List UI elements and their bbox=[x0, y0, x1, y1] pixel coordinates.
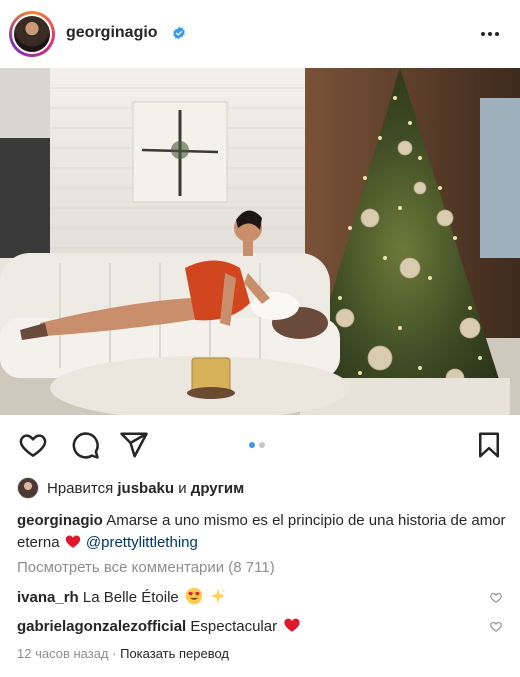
likes-text: Нравится jusbaku и другим bbox=[47, 480, 244, 497]
caption-username[interactable]: georginagio bbox=[17, 512, 103, 529]
bookmark-icon[interactable] bbox=[474, 430, 504, 460]
comment-row: ivana_rh La Belle Étoile bbox=[17, 587, 507, 609]
comment-bubble-icon[interactable] bbox=[70, 430, 100, 460]
comment-like-heart-icon[interactable] bbox=[489, 620, 503, 633]
carousel-dot-active bbox=[249, 442, 255, 448]
comment-text: Espectacular bbox=[190, 618, 278, 635]
view-all-comments-link[interactable]: Посмотреть все комментарии (8 711) bbox=[17, 559, 275, 576]
post-photo[interactable] bbox=[0, 68, 520, 415]
post-caption: georginagio Amarse a uno mismo es el pri… bbox=[17, 510, 507, 554]
photo-illustration bbox=[0, 68, 520, 415]
post-footer: 12 часов назад · Показать перевод bbox=[17, 646, 229, 661]
likes-others-link[interactable]: другим bbox=[191, 480, 244, 497]
carousel-dot bbox=[259, 442, 265, 448]
liker-username[interactable]: jusbaku bbox=[117, 480, 174, 497]
sparkle-star-emoji-icon bbox=[211, 588, 226, 604]
caption-mention-link[interactable]: @prettylittlething bbox=[86, 534, 198, 551]
red-heart-emoji-icon bbox=[284, 618, 300, 632]
likes-prefix: Нравится bbox=[47, 480, 114, 497]
post-username[interactable]: georginagio bbox=[66, 24, 158, 42]
post-timestamp: 12 часов назад bbox=[17, 646, 109, 661]
comment-text: La Belle Étoile bbox=[82, 589, 179, 606]
more-options-icon[interactable] bbox=[478, 22, 502, 46]
heart-outline-icon[interactable] bbox=[18, 430, 48, 460]
comment-username[interactable]: ivana_rh bbox=[17, 589, 79, 606]
comment-like-heart-icon[interactable] bbox=[489, 591, 503, 604]
liker-avatar[interactable] bbox=[17, 477, 39, 499]
likes-row: Нравится jusbaku и другим bbox=[17, 476, 507, 500]
likes-joiner: и bbox=[178, 480, 187, 497]
avatar[interactable] bbox=[12, 14, 52, 54]
show-translation-link[interactable]: Показать перевод bbox=[120, 646, 229, 661]
post-header: georginagio bbox=[0, 0, 520, 68]
verified-badge-icon bbox=[173, 26, 185, 40]
heart-eyes-emoji-icon bbox=[185, 587, 203, 605]
red-heart-emoji-icon bbox=[65, 535, 80, 548]
comment-row: gabrielagonzalezofficial Espectacular bbox=[17, 616, 507, 638]
comment-username[interactable]: gabrielagonzalezofficial bbox=[17, 618, 186, 635]
footer-separator: · bbox=[112, 646, 117, 661]
paper-plane-icon[interactable] bbox=[119, 430, 149, 460]
